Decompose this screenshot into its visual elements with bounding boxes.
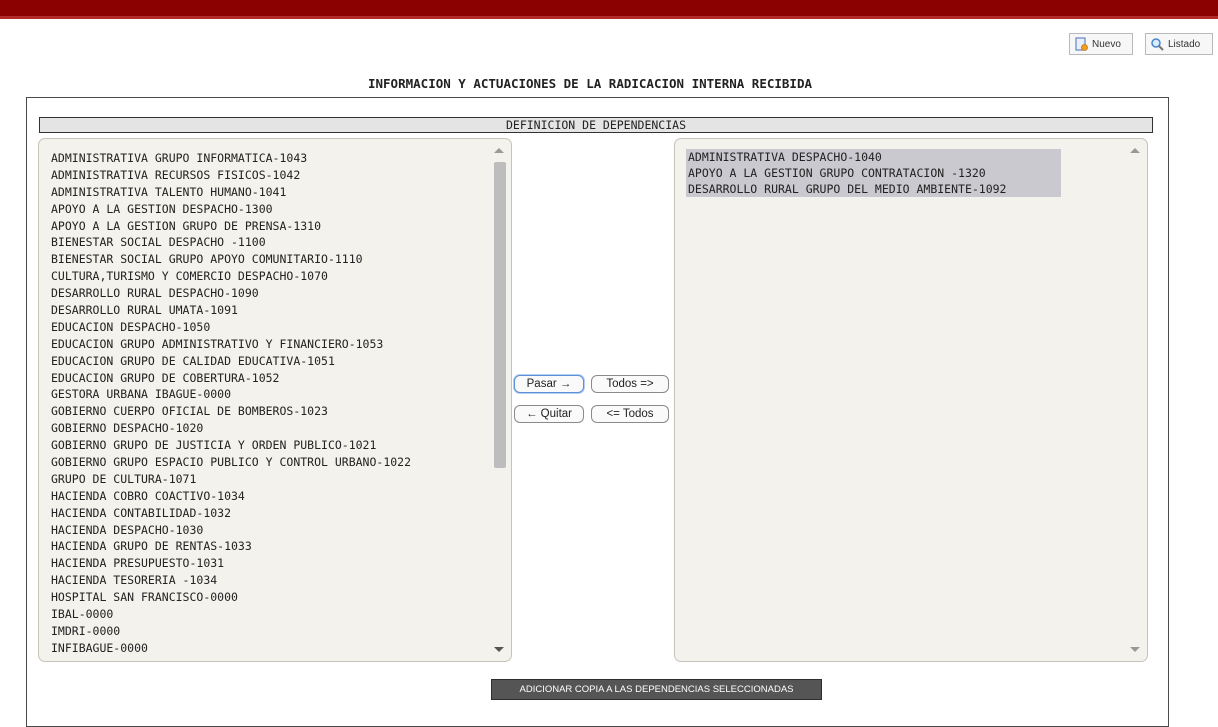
scroll-down-arrow-icon[interactable] bbox=[1130, 647, 1140, 652]
listado-label: Listado bbox=[1168, 38, 1201, 50]
list-item[interactable]: HOSPITAL SAN FRANCISCO-0000 bbox=[51, 589, 411, 606]
list-item[interactable]: ADMINISTRATIVA GRUPO INFORMATICA-1043 bbox=[51, 150, 411, 167]
nuevo-label: Nuevo bbox=[1092, 38, 1121, 50]
list-item[interactable]: HACIENDA CONTABILIDAD-1032 bbox=[51, 505, 411, 522]
list-item[interactable]: CULTURA,TURISMO Y COMERCIO DESPACHO-1070 bbox=[51, 268, 411, 285]
move-all-left-button[interactable]: <= Todos bbox=[591, 405, 669, 423]
list-item[interactable]: GOBIERNO GRUPO ESPACIO PUBLICO Y CONTROL… bbox=[51, 454, 411, 471]
list-item[interactable]: EDUCACION GRUPO DE COBERTURA-1052 bbox=[51, 370, 411, 387]
page-title: INFORMACION Y ACTUACIONES DE LA RADICACI… bbox=[367, 76, 812, 91]
list-item[interactable]: ADMINISTRATIVA DESPACHO-1040 bbox=[686, 149, 1061, 165]
list-item[interactable]: EDUCACION DESPACHO-1050 bbox=[51, 319, 411, 336]
top-bar-accent bbox=[0, 16, 1218, 19]
list-item[interactable]: APOYO A LA GESTION GRUPO CONTRATACION -1… bbox=[686, 165, 1061, 181]
list-item[interactable]: ADMINISTRATIVA TALENTO HUMANO-1041 bbox=[51, 184, 411, 201]
list-item[interactable]: HACIENDA GRUPO DE RENTAS-1033 bbox=[51, 538, 411, 555]
scroll-up-arrow-icon[interactable] bbox=[1130, 148, 1140, 153]
list-item[interactable]: GOBIERNO CUERPO OFICIAL DE BOMBEROS-1023 bbox=[51, 403, 411, 420]
list-item[interactable]: DESARROLLO RURAL GRUPO DEL MEDIO AMBIENT… bbox=[686, 181, 1061, 197]
list-item[interactable]: HACIENDA PRESUPUESTO-1031 bbox=[51, 555, 411, 572]
selected-options: ADMINISTRATIVA DESPACHO-1040 APOYO A LA G… bbox=[686, 149, 1061, 197]
magnifier-icon bbox=[1151, 38, 1164, 51]
quitar-button[interactable]: ← Quitar bbox=[514, 405, 584, 423]
list-item[interactable]: IBAL-0000 bbox=[51, 606, 411, 623]
list-item[interactable]: APOYO A LA GESTION DESPACHO-1300 bbox=[51, 201, 411, 218]
list-item[interactable]: ADMINISTRATIVA RECURSOS FISICOS-1042 bbox=[51, 167, 411, 184]
list-item[interactable]: APOYO A LA GESTION GRUPO DE PRENSA-1310 bbox=[51, 218, 411, 235]
list-item[interactable]: DESARROLLO RURAL DESPACHO-1090 bbox=[51, 285, 411, 302]
section-header: DEFINICION DE DEPENDENCIAS bbox=[39, 117, 1153, 133]
list-item[interactable]: HACIENDA TESORERIA -1034 bbox=[51, 572, 411, 589]
left-list-scrollbar[interactable] bbox=[489, 139, 511, 661]
list-item[interactable]: EDUCACION GRUPO DE CALIDAD EDUCATIVA-105… bbox=[51, 353, 411, 370]
scroll-thumb[interactable] bbox=[494, 162, 506, 468]
scroll-up-arrow-icon[interactable] bbox=[494, 148, 504, 153]
new-document-icon bbox=[1075, 37, 1088, 51]
pasar-button[interactable]: Pasar → bbox=[514, 375, 584, 393]
list-item[interactable]: EDUCACION GRUPO ADMINISTRATIVO Y FINANCI… bbox=[51, 336, 411, 353]
list-item[interactable]: GESTORA URBANA IBAGUE-0000 bbox=[51, 386, 411, 403]
add-copy-button[interactable]: ADICIONAR COPIA A LAS DEPENDENCIAS SELEC… bbox=[491, 679, 822, 700]
right-list-scrollbar[interactable] bbox=[1125, 139, 1147, 661]
list-item[interactable]: BIENESTAR SOCIAL DESPACHO -1100 bbox=[51, 234, 411, 251]
top-bar bbox=[0, 0, 1218, 16]
list-item[interactable]: BIENESTAR SOCIAL GRUPO APOYO COMUNITARIO… bbox=[51, 251, 411, 268]
list-item[interactable]: DESARROLLO RURAL UMATA-1091 bbox=[51, 302, 411, 319]
list-item[interactable]: IMDRI-0000 bbox=[51, 623, 411, 640]
list-item[interactable]: GOBIERNO DESPACHO-1020 bbox=[51, 420, 411, 437]
available-options: ADMINISTRATIVA GRUPO INFORMATICA-1043 ADM… bbox=[51, 150, 411, 657]
list-item[interactable]: INFIBAGUE-0000 bbox=[51, 640, 411, 657]
list-item[interactable]: HACIENDA COBRO COACTIVO-1034 bbox=[51, 488, 411, 505]
nuevo-button[interactable]: Nuevo bbox=[1069, 33, 1133, 55]
move-all-right-button[interactable]: Todos => bbox=[591, 375, 669, 393]
available-dependencies-list[interactable]: ADMINISTRATIVA GRUPO INFORMATICA-1043 ADM… bbox=[38, 138, 512, 662]
selected-dependencies-list[interactable]: ADMINISTRATIVA DESPACHO-1040 APOYO A LA G… bbox=[674, 138, 1148, 662]
list-item[interactable]: GRUPO DE CULTURA-1071 bbox=[51, 471, 411, 488]
list-item[interactable]: GOBIERNO GRUPO DE JUSTICIA Y ORDEN PUBLI… bbox=[51, 437, 411, 454]
listado-button[interactable]: Listado bbox=[1145, 33, 1213, 55]
list-item[interactable]: HACIENDA DESPACHO-1030 bbox=[51, 522, 411, 539]
scroll-down-arrow-icon[interactable] bbox=[494, 647, 504, 652]
